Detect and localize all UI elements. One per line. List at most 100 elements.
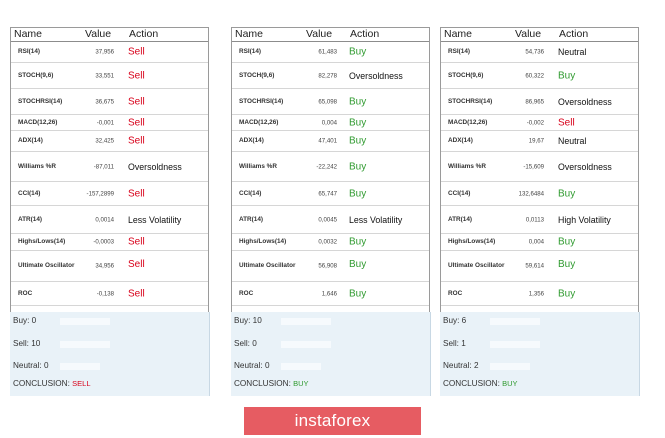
- header-value: Value: [85, 28, 112, 40]
- indicator-name: STOCH(9,6): [239, 71, 275, 79]
- table-row: Ultimate Oscillator 59,614 Buy: [441, 251, 638, 282]
- indicator-name: Highs/Lows(14): [448, 238, 496, 245]
- indicator-value: 65,098: [318, 98, 337, 105]
- sell-count: Sell: 0: [234, 339, 257, 348]
- sell-count: Sell: 1: [443, 339, 466, 348]
- indicator-value: 82,278: [318, 72, 337, 79]
- indicator-action: Buy: [349, 95, 367, 107]
- indicator-name: STOCHRSI(14): [18, 97, 63, 105]
- table-row: Williams %R -22,242 Buy: [232, 152, 429, 182]
- indicator-value: 1,646: [321, 290, 337, 297]
- conclusion-label: CONCLUSION:: [234, 379, 294, 388]
- summary-field-bg: [60, 341, 110, 348]
- table-row: CCI(14) -157,2899 Sell: [11, 182, 208, 206]
- indicator-action: Sell: [128, 259, 145, 271]
- header-name: Name: [235, 28, 264, 40]
- indicator-value: 0,0032: [318, 238, 337, 246]
- summary-box: Buy: 6 Sell: 1 Neutral: 2 CONCLUSION: BUY: [440, 312, 640, 396]
- indicator-value: 32,425: [95, 137, 114, 145]
- indicator-value: 59,614: [525, 262, 544, 270]
- indicator-name: ATR(14): [239, 215, 264, 223]
- summary-field-bg: [281, 318, 331, 325]
- header-value: Value: [515, 28, 542, 40]
- table-row: RSI(14) 54,736 Neutral: [441, 42, 638, 63]
- header-value: Value: [306, 28, 333, 40]
- indicator-name: ADX(14): [18, 137, 43, 144]
- conclusion-value: SELL: [72, 379, 91, 388]
- indicator-panel-2: Name Value Action RSI(14) 61,483 Buy STOCH(9,6…: [231, 27, 431, 396]
- table-header: Name Value Action: [232, 28, 429, 42]
- neutral-count: Neutral: 0: [13, 361, 49, 370]
- table-row: CCI(14) 132,6484 Buy: [441, 182, 638, 206]
- indicator-name: Williams %R: [18, 162, 56, 170]
- conclusion-value: BUY: [502, 379, 518, 388]
- summary-field-bg: [60, 318, 110, 325]
- table-row: Highs/Lows(14) 0,0032 Buy: [232, 234, 429, 251]
- indicator-panel-1: Name Value Action RSI(14) 37,956 Sell STOCH(9,…: [10, 27, 210, 396]
- indicator-name: STOCHRSI(14): [448, 97, 493, 105]
- table-row: ADX(14) 19,67 Neutral: [441, 131, 638, 152]
- indicator-action: Buy: [349, 287, 367, 299]
- indicator-name: Highs/Lows(14): [239, 238, 287, 245]
- indicator-action: Neutral: [558, 135, 587, 146]
- table-row: ROC 1,356 Buy: [441, 282, 638, 306]
- table-row: STOCH(9,6) 82,278 Oversoldness: [232, 63, 429, 89]
- indicator-value: -87,011: [93, 163, 114, 170]
- indicator-value: 0,0045: [318, 216, 337, 223]
- table-row: Ultimate Oscillator 56,908 Buy: [232, 251, 429, 282]
- indicator-action: Sell: [558, 116, 575, 128]
- indicator-value: 34,956: [95, 262, 114, 270]
- indicator-action: Sell: [128, 236, 145, 248]
- indicator-action: Sell: [128, 187, 145, 199]
- indicator-name: ATR(14): [18, 215, 43, 223]
- indicator-value: 86,965: [525, 98, 544, 105]
- indicator-value: -15,609: [523, 163, 544, 170]
- indicator-action: Buy: [558, 187, 576, 199]
- indicator-name: STOCHRSI(14): [239, 97, 284, 105]
- table-header: Name Value Action: [11, 28, 208, 42]
- indicator-name: RSI(14): [239, 48, 262, 55]
- indicator-value: 19,67: [528, 137, 544, 145]
- indicator-action: Buy: [558, 236, 576, 248]
- indicator-value: 56,908: [318, 262, 337, 270]
- indicator-value: 60,322: [525, 72, 544, 79]
- indicator-name: ROC: [239, 289, 254, 297]
- indicator-value: 1,356: [528, 290, 544, 297]
- indicator-name: CCI(14): [448, 189, 471, 197]
- indicator-action: Neutral: [558, 46, 587, 57]
- summary-field-bg: [281, 341, 331, 348]
- header-action: Action: [559, 28, 589, 40]
- table-row: ATR(14) 0,0113 High Volatility: [441, 206, 638, 234]
- table-row: ATR(14) 0,0014 Less Volatility: [11, 206, 208, 234]
- indicator-action: Buy: [349, 259, 367, 271]
- table-row: MACD(12,26) -0,001 Sell: [11, 115, 208, 131]
- indicator-action: Buy: [558, 287, 576, 299]
- header-action: Action: [350, 28, 380, 40]
- buy-count: Buy: 0: [13, 316, 37, 325]
- indicator-action: Oversoldness: [558, 96, 612, 107]
- indicator-action: Sell: [128, 95, 145, 107]
- indicator-value: 54,736: [525, 48, 544, 56]
- indicator-table: Name Value Action RSI(14) 37,956 Sell STOCH(9,…: [10, 27, 209, 328]
- buy-count: Buy: 10: [234, 316, 262, 325]
- conclusion: CONCLUSION: BUY: [443, 379, 518, 388]
- indicator-name: CCI(14): [239, 189, 262, 197]
- indicator-value: -157,2899: [86, 190, 114, 197]
- summary-box: Buy: 10 Sell: 0 Neutral: 0 CONCLUSION: BUY: [231, 312, 431, 396]
- indicator-name: STOCH(9,6): [448, 71, 484, 79]
- summary-field-bg: [281, 363, 321, 370]
- indicator-name: Ultimate Oscillator: [239, 262, 296, 269]
- table-row: CCI(14) 65,747 Buy: [232, 182, 429, 206]
- indicator-value: 61,483: [318, 48, 337, 56]
- indicator-name: MACD(12,26): [448, 118, 488, 126]
- indicator-value: 47,401: [318, 137, 337, 145]
- indicator-name: ATR(14): [448, 215, 473, 223]
- indicator-action: Oversoldness: [349, 70, 403, 81]
- sell-count: Sell: 10: [13, 339, 41, 348]
- conclusion: CONCLUSION: BUY: [234, 379, 309, 388]
- indicator-name: CCI(14): [18, 189, 41, 197]
- indicator-panel-3: Name Value Action RSI(14) 54,736 Neutral STOCH…: [440, 27, 640, 396]
- indicator-action: Oversoldness: [558, 161, 612, 172]
- indicator-value: -0,138: [96, 290, 114, 297]
- indicator-name: MACD(12,26): [18, 118, 58, 126]
